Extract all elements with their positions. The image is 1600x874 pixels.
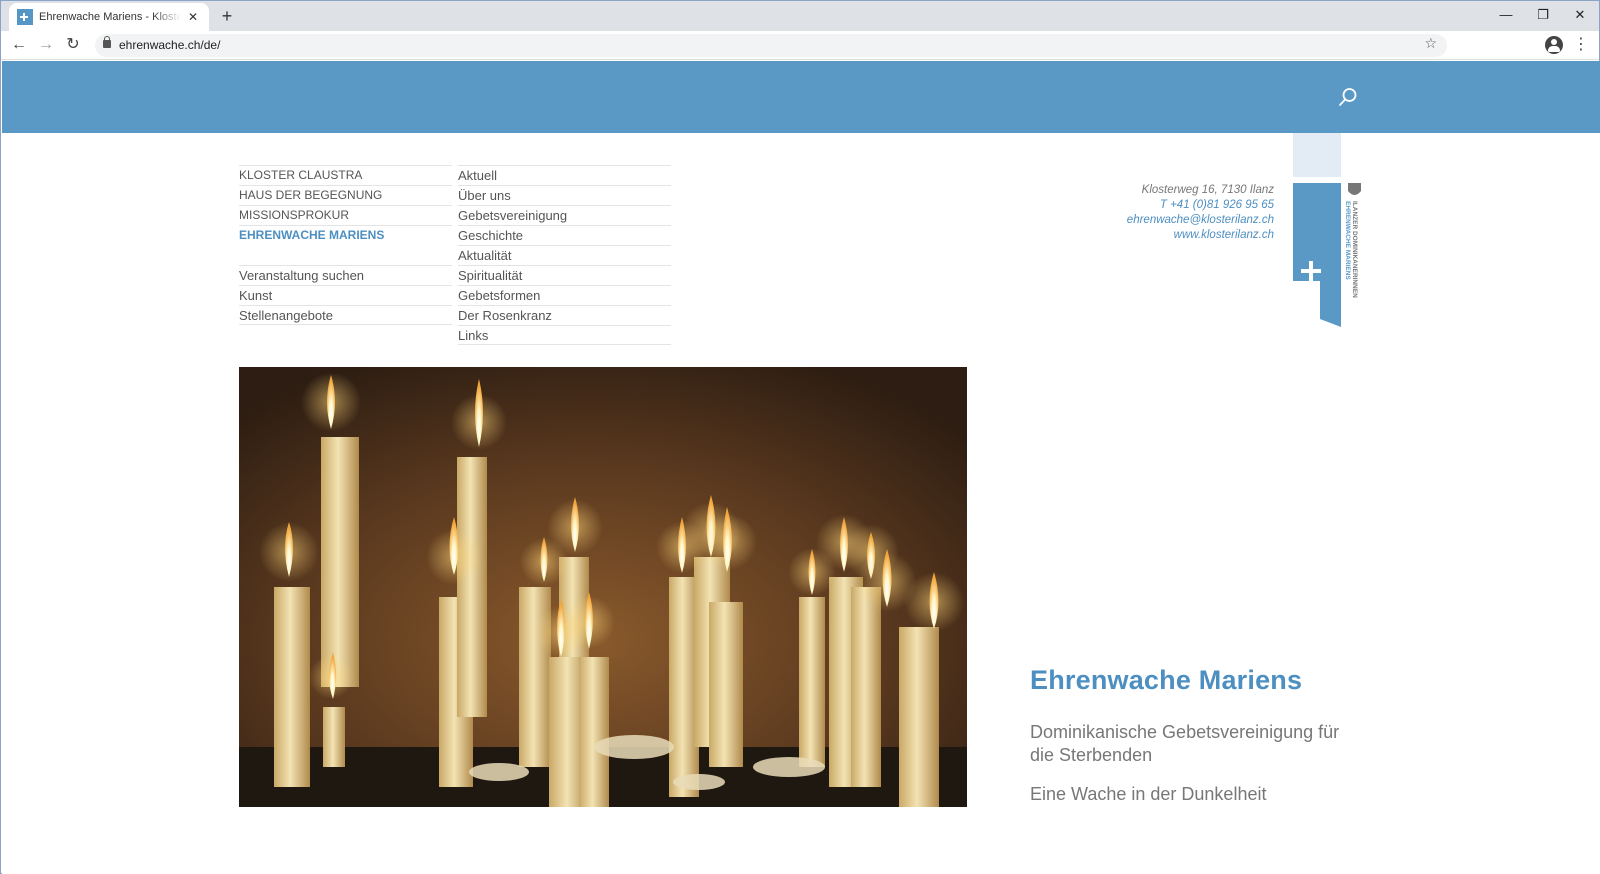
close-window-button[interactable]: ✕: [1566, 5, 1594, 25]
lock-icon[interactable]: [103, 36, 111, 48]
browser-toolbar: ← → ↻ ehrenwache.ch/de/ ☆ ⋮: [1, 31, 1599, 60]
menu-item-kloster-claustra[interactable]: KLOSTER CLAUSTRA: [239, 165, 452, 185]
menu-item-spiritualitaet[interactable]: Spiritualität: [458, 265, 671, 285]
menu-item-gebetsformen[interactable]: Gebetsformen: [458, 285, 671, 305]
url-text[interactable]: ehrenwache.ch/de/: [119, 38, 220, 52]
new-tab-button[interactable]: +: [217, 6, 237, 26]
menu-spacer: [239, 245, 452, 265]
menu-item-aktuell[interactable]: Aktuell: [458, 165, 671, 185]
site-logo[interactable]: ILANZER DOMINIKANERINNEN EHRENWACHE MARI…: [1293, 133, 1373, 329]
tab-title: Ehrenwache Mariens - Kloster Ilanz: [39, 11, 181, 23]
menu-item-missionsprokur[interactable]: MISSIONSPROKUR: [239, 205, 452, 225]
tab-strip: Ehrenwache Mariens - Kloster Ilanz ✕ + —…: [1, 1, 1599, 31]
menu-item-ueber-uns[interactable]: Über uns: [458, 185, 671, 205]
browser-window: Ehrenwache Mariens - Kloster Ilanz ✕ + —…: [0, 0, 1600, 874]
minimize-button[interactable]: —: [1492, 5, 1520, 25]
star-icon[interactable]: ☆: [1424, 35, 1437, 52]
page-tagline: Eine Wache in der Dunkelheit: [1030, 784, 1267, 804]
search-icon[interactable]: [1338, 87, 1358, 107]
browser-menu-icon[interactable]: ⋮: [1573, 34, 1589, 56]
menu-item-der-rosenkranz[interactable]: Der Rosenkranz: [458, 305, 671, 325]
web-page: KLOSTER CLAUSTRA HAUS DER BEGEGNUNG MISS…: [2, 61, 1600, 874]
menu-item-aktualitaet[interactable]: Aktualität: [458, 245, 671, 265]
address-bar[interactable]: ehrenwache.ch/de/ ☆: [95, 34, 1447, 57]
menu-item-haus-der-begegnung[interactable]: HAUS DER BEGEGNUNG: [239, 185, 452, 205]
forward-button[interactable]: →: [34, 34, 58, 56]
favicon-icon: [17, 9, 33, 25]
menu-item-veranstaltung-suchen[interactable]: Veranstaltung suchen: [239, 265, 452, 285]
restore-button[interactable]: ❐: [1529, 5, 1557, 25]
contact-address: Klosterweg 16, 7130 Ilanz: [1141, 184, 1274, 196]
page-subtitle: Dominikanische Gebetsvereinigung für die…: [1030, 722, 1340, 765]
menu-item-kunst[interactable]: Kunst: [239, 285, 452, 305]
menu-item-gebetsvereinigung[interactable]: Gebetsvereinigung: [458, 205, 671, 225]
contact-block: Klosterweg 16, 7130 Ilanz T +41 (0)81 92…: [1127, 183, 1274, 243]
contact-phone-link[interactable]: T +41 (0)81 926 95 65: [1127, 198, 1274, 213]
profile-icon[interactable]: [1545, 36, 1563, 54]
hero-image-candles: [239, 367, 967, 807]
tab-ehrenwache[interactable]: Ehrenwache Mariens - Kloster Ilanz ✕: [9, 3, 209, 31]
back-button[interactable]: ←: [7, 34, 31, 56]
page-headline: Ehrenwache Mariens: [1030, 665, 1303, 695]
menu-item-geschichte[interactable]: Geschichte: [458, 225, 671, 245]
reload-button[interactable]: ↻: [61, 34, 85, 56]
site-header: [2, 61, 1600, 133]
menu-item-links[interactable]: Links: [458, 325, 671, 345]
primary-menu: KLOSTER CLAUSTRA HAUS DER BEGEGNUNG MISS…: [239, 165, 452, 325]
menu-item-ehrenwache-mariens[interactable]: EHRENWACHE MARIENS: [239, 225, 452, 245]
logo-text-line2: EHRENWACHE MARIENS: [1344, 201, 1351, 280]
logo-text-line1: ILANZER DOMINIKANERINNEN: [1351, 201, 1358, 298]
menu-item-stellenangebote[interactable]: Stellenangebote: [239, 305, 452, 325]
contact-email-link[interactable]: ehrenwache@klosterilanz.ch: [1127, 213, 1274, 228]
tab-close-icon[interactable]: ✕: [185, 9, 201, 25]
contact-web-link[interactable]: www.klosterilanz.ch: [1127, 228, 1274, 243]
secondary-menu: Aktuell Über uns Gebetsvereinigung Gesch…: [458, 165, 671, 345]
